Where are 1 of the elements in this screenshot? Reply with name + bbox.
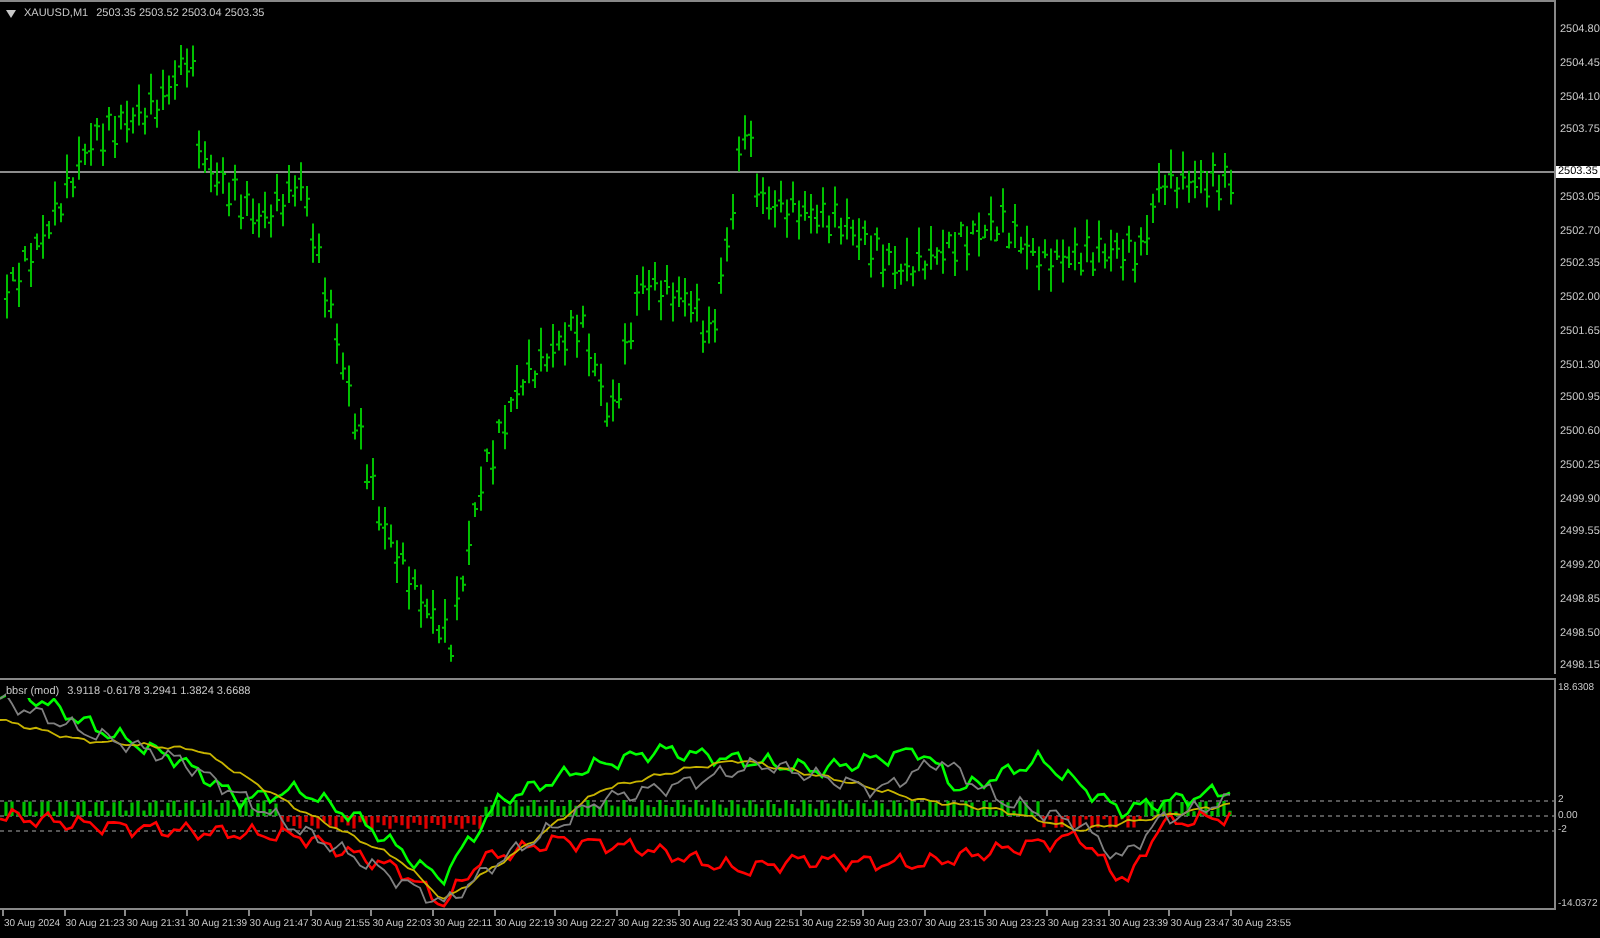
dropdown-triangle-icon[interactable] xyxy=(6,10,16,18)
